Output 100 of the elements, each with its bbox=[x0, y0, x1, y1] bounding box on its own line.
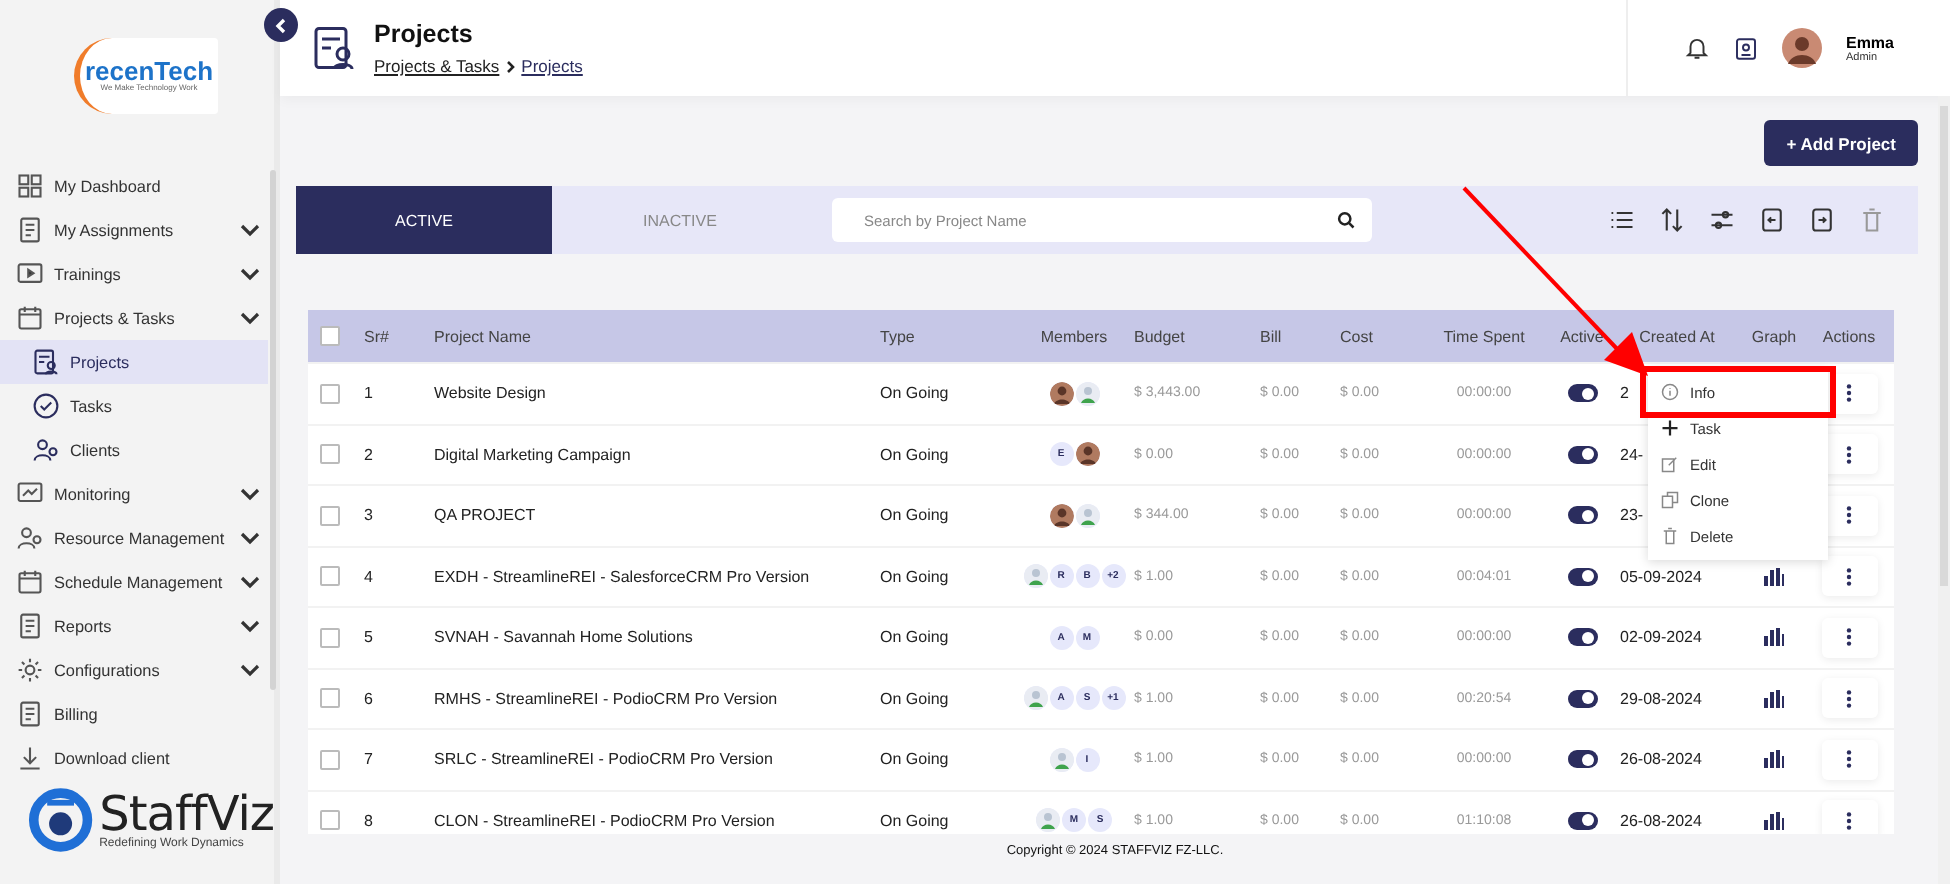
check-circle-icon bbox=[32, 392, 60, 420]
sidebar-item[interactable]: Trainings bbox=[0, 252, 268, 296]
bar-chart-icon[interactable] bbox=[1764, 567, 1784, 586]
sidebar-item[interactable]: Schedule Management bbox=[0, 560, 268, 604]
scrollbar[interactable] bbox=[1938, 96, 1950, 884]
column-header: Time Spent bbox=[1443, 327, 1525, 345]
bell-icon[interactable] bbox=[1683, 34, 1710, 62]
brand-name: StaffViz bbox=[99, 790, 274, 838]
checkbox[interactable] bbox=[320, 749, 340, 770]
column-header: Created At bbox=[1639, 327, 1715, 345]
breadcrumb-link[interactable]: Projects & Tasks bbox=[374, 56, 500, 76]
kebab-icon bbox=[1846, 750, 1852, 769]
table-cell: QA PROJECT bbox=[434, 506, 536, 525]
document-icon bbox=[16, 216, 44, 244]
toggle-switch[interactable] bbox=[1567, 445, 1597, 464]
checkbox[interactable] bbox=[320, 383, 340, 404]
table-cell: 26-08-2024 bbox=[1620, 750, 1702, 769]
checkbox[interactable] bbox=[320, 505, 340, 526]
copy-icon bbox=[1660, 490, 1680, 510]
checkbox[interactable] bbox=[320, 326, 340, 346]
plus-icon bbox=[1660, 418, 1680, 438]
avatar bbox=[1023, 564, 1047, 589]
monitor-icon bbox=[16, 480, 44, 508]
project-icon bbox=[32, 348, 60, 376]
sidebar-item[interactable]: Tasks bbox=[0, 384, 268, 428]
table-cell: 29-08-2024 bbox=[1620, 689, 1702, 708]
collapse-sidebar-button[interactable] bbox=[264, 8, 298, 42]
checkbox[interactable] bbox=[320, 810, 340, 831]
robot-logo-icon bbox=[28, 786, 94, 854]
tab[interactable]: ACTIVE bbox=[296, 186, 552, 254]
kebab-icon bbox=[1846, 445, 1852, 464]
toggle-switch[interactable] bbox=[1567, 689, 1597, 708]
sidebar-item[interactable]: Projects & Tasks bbox=[0, 296, 268, 340]
sidebar-item[interactable]: Projects bbox=[0, 340, 268, 384]
list-icon[interactable] bbox=[1608, 206, 1636, 234]
checkbox[interactable] bbox=[320, 444, 340, 465]
sidebar-item[interactable]: Clients bbox=[0, 428, 268, 472]
column-header: Sr# bbox=[364, 327, 389, 345]
table-cell: SVNAH - Savannah Home Solutions bbox=[434, 628, 693, 647]
avatar[interactable] bbox=[1781, 28, 1822, 68]
bar-chart-icon[interactable] bbox=[1764, 689, 1784, 708]
search-icon[interactable] bbox=[1336, 210, 1356, 230]
toggle-switch[interactable] bbox=[1567, 506, 1597, 525]
kebab-icon bbox=[1846, 628, 1852, 647]
table-cell: 02-09-2024 bbox=[1620, 628, 1702, 647]
toggle-switch[interactable] bbox=[1567, 811, 1597, 830]
more-actions-button[interactable] bbox=[1821, 800, 1877, 834]
column-header: Bill bbox=[1260, 327, 1282, 345]
sidebar-item[interactable]: Billing bbox=[0, 692, 268, 736]
breadcrumb-link[interactable]: Projects bbox=[521, 56, 583, 76]
document-icon bbox=[16, 612, 44, 640]
table-cell: 24- bbox=[1620, 445, 1644, 464]
table-cell: 3 bbox=[364, 506, 373, 525]
chevron-left-icon bbox=[274, 17, 288, 33]
avatar bbox=[1075, 442, 1099, 467]
add-project-button[interactable]: + Add Project bbox=[1764, 120, 1918, 166]
sidebar-item[interactable]: My Assignments bbox=[0, 208, 268, 252]
bar-chart-icon[interactable] bbox=[1764, 811, 1784, 830]
table-cell: RMHS - StreamlineREI - PodioCRM Pro Version bbox=[434, 689, 778, 708]
sidebar-item[interactable]: Resource Management bbox=[0, 516, 268, 560]
calendar-icon bbox=[16, 568, 44, 596]
sidebar-item[interactable]: My Dashboard bbox=[0, 164, 268, 208]
kebab-icon bbox=[1846, 811, 1852, 830]
download-icon bbox=[16, 744, 44, 772]
toggle-switch[interactable] bbox=[1567, 628, 1597, 647]
table-cell: 23- bbox=[1620, 506, 1644, 525]
play-icon bbox=[16, 260, 44, 288]
kebab-icon bbox=[1846, 689, 1852, 708]
bar-chart-icon[interactable] bbox=[1764, 750, 1784, 769]
document-icon bbox=[16, 700, 44, 728]
bar-chart-icon[interactable] bbox=[1764, 628, 1784, 647]
toggle-switch[interactable] bbox=[1567, 567, 1597, 586]
page-title: Projects bbox=[374, 20, 475, 48]
checkbox[interactable] bbox=[320, 627, 340, 648]
grid-icon bbox=[16, 172, 44, 200]
column-header: Active bbox=[1560, 327, 1604, 345]
checkbox[interactable] bbox=[320, 688, 340, 709]
sidebar-item[interactable]: Configurations bbox=[0, 648, 268, 692]
project-icon bbox=[310, 22, 358, 74]
export-icon[interactable] bbox=[1808, 206, 1836, 234]
sidebar-item[interactable]: Monitoring bbox=[0, 472, 268, 516]
sidebar-item[interactable]: Reports bbox=[0, 604, 268, 648]
kebab-icon bbox=[1846, 567, 1852, 586]
sidebar-item[interactable]: Download client bbox=[0, 736, 268, 780]
table-cell: On Going bbox=[880, 750, 949, 769]
table-cell: 8 bbox=[364, 811, 373, 830]
sort-icon[interactable] bbox=[1658, 206, 1686, 234]
column-header: Project Name bbox=[434, 327, 531, 345]
calendar-icon bbox=[16, 304, 44, 332]
toggle-switch[interactable] bbox=[1567, 384, 1597, 403]
import-icon[interactable] bbox=[1758, 206, 1786, 234]
table-cell: On Going bbox=[880, 384, 949, 403]
table-cell: On Going bbox=[880, 506, 949, 525]
sliders-icon[interactable] bbox=[1708, 206, 1736, 234]
column-header: Members bbox=[1040, 327, 1108, 345]
toggle-switch[interactable] bbox=[1567, 750, 1597, 769]
people-icon bbox=[32, 436, 60, 464]
id-card-icon[interactable] bbox=[1733, 35, 1758, 61]
checkbox[interactable] bbox=[320, 566, 340, 587]
avatar bbox=[1023, 686, 1047, 711]
